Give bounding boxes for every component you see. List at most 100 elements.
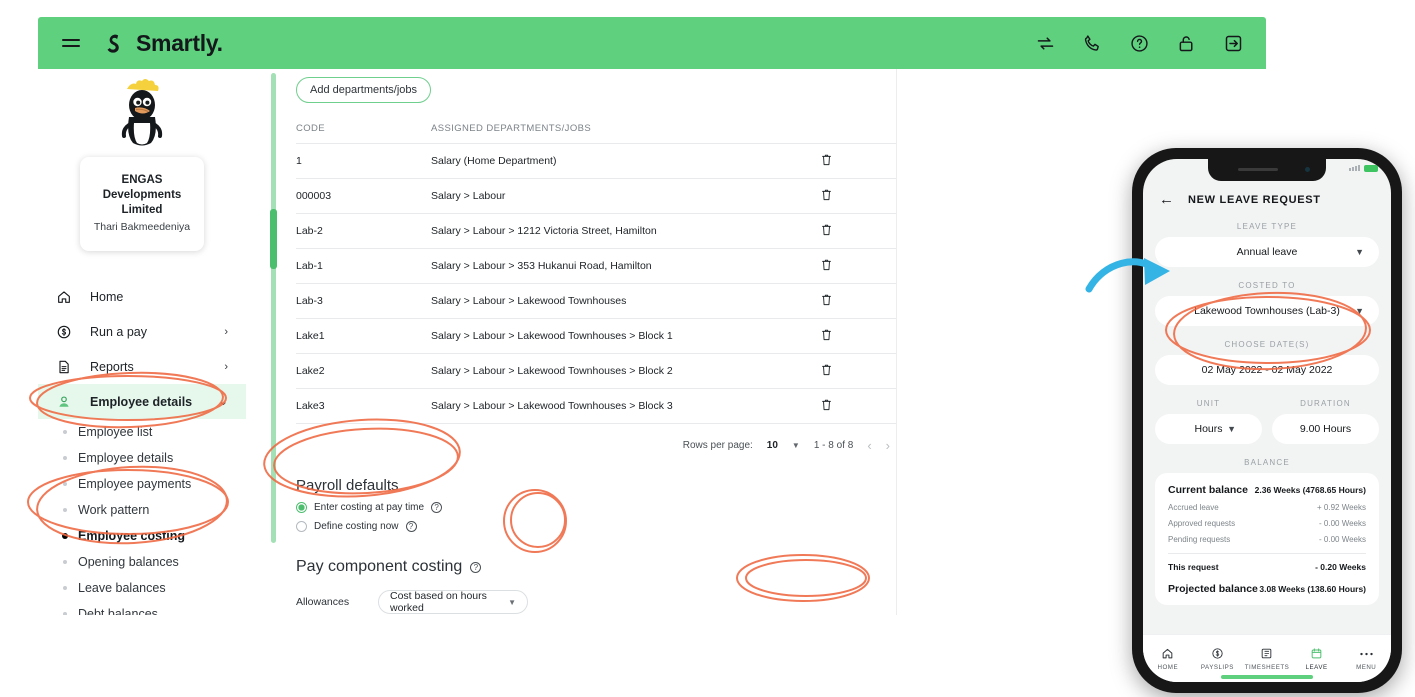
date-range-field[interactable]: 02 May 2022 - 02 May 2022 [1155,355,1379,385]
prev-page-button[interactable]: ‹ [867,438,871,453]
radio-define-costing-now[interactable]: Define costing now ? [296,521,896,532]
bullet-icon [63,586,67,590]
home-indicator [1221,675,1313,679]
cell-assigned: Salary > Labour [431,178,811,214]
mobile-nav-label: MENU [1356,664,1377,671]
costed-to-select[interactable]: Lakewood Townhouses (Lab-3) ▼ [1155,296,1379,326]
sidebar-nav: Home Run a pay › Reports › Employee deta… [38,279,246,615]
timesheet-icon [1242,646,1292,661]
sidebar-subitem-employee-payments[interactable]: Employee payments [38,471,246,497]
mobile-nav-menu[interactable]: MENU [1341,646,1391,671]
trash-icon[interactable] [821,293,832,306]
pay-component-costing-title: Pay component costing [296,558,463,575]
sidebar-item-label: Run a pay [90,324,147,339]
mobile-device-mockup: ← NEW LEAVE REQUEST LEAVE TYPE Annual le… [1132,148,1402,693]
radio-icon-selected[interactable] [296,502,307,513]
bullet-icon [63,456,67,460]
table-row[interactable]: Lake3 Salary > Labour > Lakewood Townhou… [296,388,896,423]
mobile-nav-payslips[interactable]: PAYSLIPS [1193,646,1243,671]
next-page-button[interactable]: › [886,438,890,453]
mobile-screen: ← NEW LEAVE REQUEST LEAVE TYPE Annual le… [1143,159,1391,682]
radio-icon-unselected[interactable] [296,521,307,532]
trash-icon[interactable] [821,258,832,271]
home-icon [56,289,78,305]
company-name-line1: ENGAS [121,174,163,186]
sidebar-subitem-employee-list[interactable]: Employee list [38,419,246,445]
rows-per-page-value[interactable]: 10 [767,440,778,451]
balance-label: BALANCE [1244,458,1290,467]
help-icon[interactable] [1129,33,1150,54]
trash-icon[interactable] [821,398,832,411]
mobile-nav-timesheets[interactable]: TIMESHEETS [1242,646,1292,671]
table-row[interactable]: Lake2 Salary > Labour > Lakewood Townhou… [296,353,896,389]
allowances-select-value: Cost based on hours worked [390,590,487,614]
mobile-nav-label: HOME [1157,664,1179,671]
dollar-circle-icon [56,324,78,340]
allowances-select[interactable]: Cost based on hours worked ▼ [378,590,528,614]
chevron-down-icon: ▼ [1355,306,1364,316]
current-balance-label: Current balance [1168,484,1248,496]
sidebar-subitem-opening-balances[interactable]: Opening balances [38,549,246,575]
sidebar-subitem-leave-balances[interactable]: Leave balances [38,575,246,601]
pending-requests-label: Pending requests [1168,535,1231,544]
sidebar-item-run-a-pay[interactable]: Run a pay › [38,314,246,349]
sidebar-item-label: Reports [90,359,134,374]
chevron-down-icon[interactable]: ▼ [792,441,800,450]
table-row[interactable]: Lab-1 Salary > Labour > 353 Hukanui Road… [296,248,896,284]
leave-type-select[interactable]: Annual leave ▼ [1155,237,1379,267]
table-pagination: Rows per page: 10 ▼ 1 - 8 of 8 ‹ › [296,423,896,453]
switch-account-icon[interactable] [1035,33,1056,54]
cell-assigned: Salary > Labour > 1212 Victoria Street, … [431,213,811,249]
table-row[interactable]: 1 Salary (Home Department) [296,143,896,179]
trash-icon[interactable] [821,328,832,341]
table-row[interactable]: Lab-2 Salary > Labour > 1212 Victoria St… [296,213,896,249]
table-row[interactable]: Lab-3 Salary > Labour > Lakewood Townhou… [296,283,896,319]
profile-card[interactable]: ENGAS Developments Limited Thari Bakmeed… [80,157,204,251]
trash-icon[interactable] [821,188,832,201]
unlock-icon[interactable] [1176,33,1197,54]
help-icon[interactable]: ? [470,561,482,573]
help-icon[interactable]: ? [405,521,417,532]
unit-duration-fields: Hours ▼ 9.00 Hours [1155,408,1379,444]
mobile-nav-leave[interactable]: LEAVE [1292,646,1342,671]
page-scrollbar-thumb[interactable] [270,209,277,269]
device-notch [1208,159,1326,181]
signal-icon [1349,165,1360,171]
bullet-icon [63,430,67,434]
brand-name: Smartly. [136,29,223,56]
radio-enter-costing-at-pay-time[interactable]: Enter costing at pay time ? [296,502,896,513]
balance-divider [1168,553,1366,554]
sidebar-item-employee-details[interactable]: Employee details ⌄ [38,384,246,419]
help-icon[interactable]: ? [431,502,443,513]
window-body: ENGAS Developments Limited Thari Bakmeed… [38,69,1266,615]
sidebar-subitem-work-pattern[interactable]: Work pattern [38,497,246,523]
sidebar-item-reports[interactable]: Reports › [38,349,246,384]
phone-icon[interactable] [1082,33,1103,54]
table-row[interactable]: Lake1 Salary > Labour > Lakewood Townhou… [296,318,896,354]
front-camera-icon [1305,167,1310,172]
trash-icon[interactable] [821,153,832,166]
top-bar-actions [1035,33,1244,54]
sidebar-subitem-label: Leave balances [78,581,166,595]
unit-select[interactable]: Hours ▼ [1155,414,1262,444]
company-name-line2: Developments [102,189,182,201]
trash-icon[interactable] [821,223,832,236]
hamburger-icon[interactable] [62,39,80,47]
this-request-row: This request - 0.20 Weeks [1168,562,1366,572]
duration-field[interactable]: 9.00 Hours [1272,414,1379,444]
mobile-nav-home[interactable]: HOME [1143,646,1193,671]
current-balance-row: Current balance 2.36 Weeks (4768.65 Hour… [1168,484,1366,496]
sidebar-subitem-label: Work pattern [78,503,150,517]
sidebar-item-home[interactable]: Home [38,279,246,314]
table-row[interactable]: 000003 Salary > Labour [296,178,896,214]
trash-icon[interactable] [821,363,832,376]
sidebar-subitem-employee-costing[interactable]: Employee costing [38,523,246,549]
sidebar-subitem-employee-details[interactable]: Employee details [38,445,246,471]
bullet-icon [63,560,67,564]
cell-assigned: Salary > Labour > Lakewood Townhouses > … [431,353,811,389]
page-scrollbar-track[interactable] [271,73,276,543]
sidebar-subitem-debt-balances[interactable]: Debt balances [38,601,246,615]
add-departments-jobs-button[interactable]: Add departments/jobs [296,77,432,103]
back-arrow-icon[interactable]: ← [1159,191,1174,208]
logout-icon[interactable] [1223,33,1244,54]
